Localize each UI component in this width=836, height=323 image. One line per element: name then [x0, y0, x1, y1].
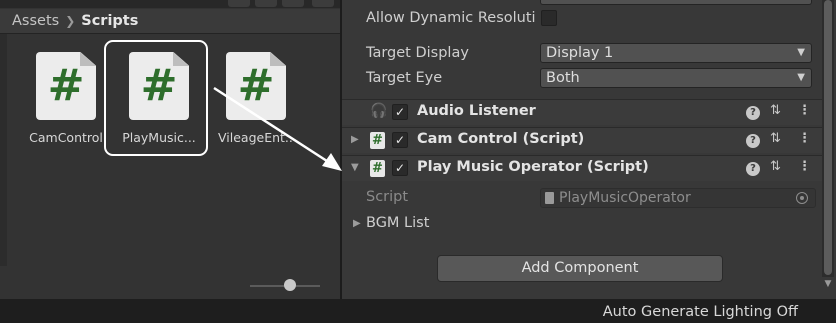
- inspector-scroll-thumb[interactable]: [824, 0, 832, 275]
- script-object-field[interactable]: PlayMusicOperator: [540, 188, 816, 208]
- foldout-collapsed-icon[interactable]: ▶: [353, 218, 361, 229]
- toolbar-button[interactable]: [312, 0, 334, 7]
- headphones-icon: 🎧: [370, 103, 388, 119]
- chevron-right-icon: ❯: [65, 14, 76, 28]
- kebab-menu-icon[interactable]: ⋮: [798, 159, 811, 174]
- component-header-audio-listener[interactable]: 🎧 ✓ Audio Listener ? ⇅ ⋮: [342, 99, 822, 125]
- toolbar-button[interactable]: [255, 0, 277, 7]
- component-header-cam-control[interactable]: ▶ # ✓ Cam Control (Script) ? ⇅ ⋮: [342, 127, 822, 153]
- dropdown-arrow-icon: ▼: [797, 47, 805, 58]
- target-eye-value: Both: [546, 70, 580, 86]
- asset-label: CamControl: [29, 130, 103, 145]
- csharp-script-icon: #: [370, 132, 385, 149]
- component-title: Audio Listener: [417, 103, 536, 119]
- asset-vileageent[interactable]: # VileageEnt...: [218, 52, 294, 145]
- project-toolbar: [0, 0, 340, 8]
- script-file-icon: [545, 192, 554, 204]
- breadcrumb: Assets ❯ Scripts: [12, 13, 138, 29]
- help-icon[interactable]: ?: [746, 106, 760, 120]
- presets-icon[interactable]: ⇅: [770, 103, 781, 118]
- object-picker-icon[interactable]: [796, 192, 808, 204]
- target-eye-label: Target Eye: [366, 70, 443, 86]
- component-enabled-checkbox[interactable]: ✓: [392, 104, 408, 120]
- allow-dynamic-resolution-checkbox[interactable]: [541, 10, 557, 26]
- toolbar-button[interactable]: [228, 0, 250, 7]
- toolbar-button[interactable]: [282, 0, 304, 7]
- breadcrumb-scripts[interactable]: Scripts: [81, 13, 138, 29]
- status-text[interactable]: Auto Generate Lighting Off: [603, 304, 798, 320]
- target-display-dropdown[interactable]: Display 1 ▼: [540, 43, 812, 63]
- component-title: Play Music Operator (Script): [417, 159, 649, 175]
- help-icon[interactable]: ?: [746, 162, 760, 176]
- presets-icon[interactable]: ⇅: [770, 131, 781, 146]
- selection-highlight: [104, 40, 208, 156]
- component-header-play-music-operator[interactable]: ▼ # ✓ Play Music Operator (Script) ? ⇅ ⋮: [342, 155, 822, 181]
- foldout-collapsed-icon[interactable]: ▶: [351, 134, 359, 145]
- target-display-value: Display 1: [546, 45, 614, 61]
- project-scroll-gutter: [0, 34, 7, 266]
- partial-dropdown[interactable]: [540, 0, 812, 5]
- target-eye-dropdown[interactable]: Both ▼: [540, 68, 812, 88]
- dropdown-arrow-icon: ▼: [797, 72, 805, 83]
- asset-label: VileageEnt...: [218, 130, 294, 145]
- target-display-label: Target Display: [366, 45, 469, 61]
- script-label: Script: [366, 189, 409, 205]
- add-component-button[interactable]: Add Component: [437, 255, 723, 282]
- breadcrumb-assets[interactable]: Assets: [12, 13, 59, 29]
- component-title: Cam Control (Script): [417, 131, 585, 147]
- csharp-script-icon: #: [370, 160, 385, 177]
- icon-size-slider-thumb[interactable]: [284, 279, 296, 291]
- help-icon[interactable]: ?: [746, 134, 760, 148]
- bgm-list-label[interactable]: BGM List: [366, 215, 429, 231]
- allow-dynamic-resolution-label: Allow Dynamic Resoluti: [366, 10, 536, 26]
- csharp-script-icon: #: [36, 52, 96, 120]
- csharp-script-icon: #: [226, 52, 286, 120]
- asset-camcontrol[interactable]: # CamControl: [28, 52, 104, 145]
- kebab-menu-icon[interactable]: ⋮: [798, 131, 811, 146]
- foldout-expanded-icon[interactable]: ▼: [351, 162, 359, 173]
- presets-icon[interactable]: ⇅: [770, 159, 781, 174]
- scroll-down-icon[interactable]: ▼: [822, 279, 834, 295]
- component-enabled-checkbox[interactable]: ✓: [392, 132, 408, 148]
- kebab-menu-icon[interactable]: ⋮: [798, 103, 811, 118]
- component-enabled-checkbox[interactable]: ✓: [392, 160, 408, 176]
